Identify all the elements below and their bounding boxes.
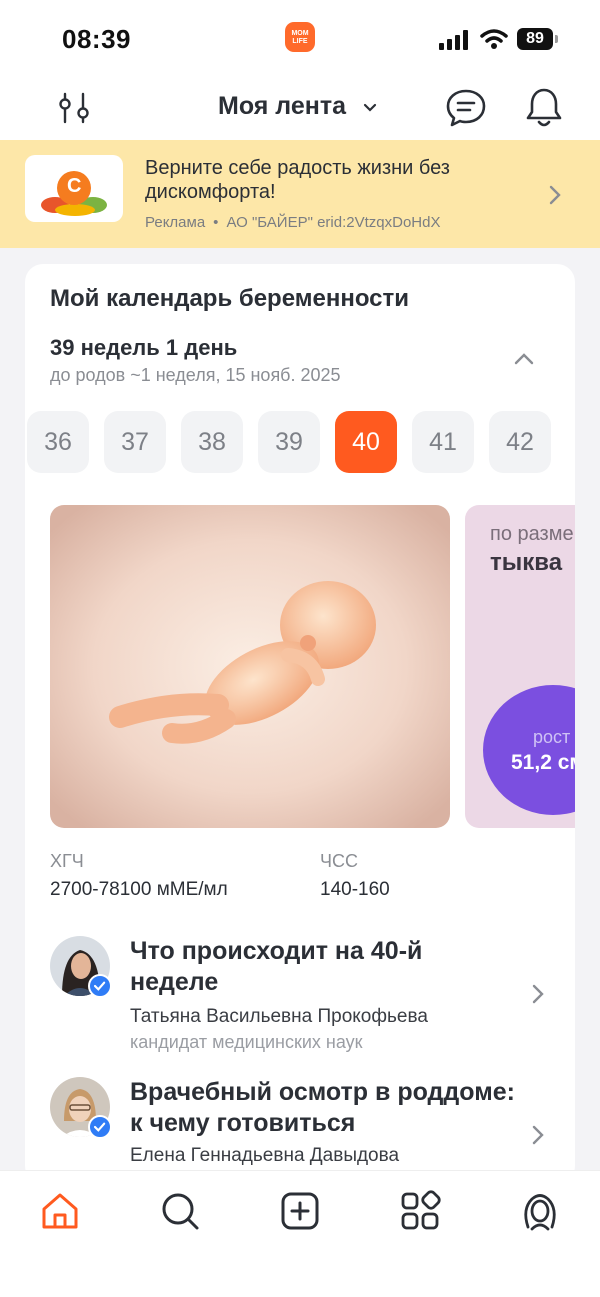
wifi-icon [480, 29, 508, 49]
ad-thumbnail: C [25, 155, 123, 222]
article-author: Елена Геннадьевна Давыдова [130, 1145, 400, 1166]
pregnancy-calendar-card: Мой календарь беременности 39 недель 1 д… [25, 264, 575, 1184]
fetus-image [50, 505, 450, 828]
card-title: Мой календарь беременности [50, 285, 410, 312]
chat-icon[interactable] [444, 86, 488, 130]
hcg-value: 2700-78100 мМЕ/мл [50, 879, 228, 900]
ad-meta: Реклама • АО "БАЙЕР" erid:2VtzqxDoHdX [145, 214, 440, 231]
height-label: рост [533, 727, 571, 747]
chevron-right-icon[interactable] [530, 1123, 546, 1147]
services-icon[interactable] [398, 1189, 442, 1233]
battery-level: 89 [517, 28, 553, 50]
verified-badge-icon [88, 974, 112, 998]
feed-selector[interactable]: Моя лента [218, 92, 346, 121]
week-41[interactable]: 41 [412, 411, 474, 473]
app-logo: MOM LIFE [285, 22, 315, 52]
profile-icon[interactable] [518, 1189, 562, 1233]
ad-advertiser: АО "БАЙЕР" erid:2VtzqxDoHdX [226, 214, 441, 231]
filter-icon[interactable] [54, 88, 94, 128]
chevron-up-icon[interactable] [511, 346, 537, 372]
home-icon[interactable] [38, 1189, 82, 1233]
cellular-signal-icon [439, 30, 468, 50]
week-39[interactable]: 39 [258, 411, 320, 473]
status-time: 08:39 [62, 24, 131, 54]
heart-rate-label: ЧСС [320, 851, 358, 871]
ad-banner[interactable]: C Верните себе радость жизни без дискомф… [0, 140, 600, 248]
article-item[interactable]: Что происходит на 40-й неделе Татьяна Ва… [50, 936, 570, 1056]
size-comparison-card[interactable]: по разме тыква рост 51,2 см [465, 505, 575, 828]
size-circle [483, 685, 575, 815]
status-bar: 08:39 MOM LIFE 89 [0, 0, 600, 78]
verified-badge-icon [88, 1115, 112, 1139]
battery-tip [555, 35, 558, 43]
chevron-right-icon[interactable] [530, 982, 546, 1006]
ad-label: Реклама [145, 214, 206, 231]
fetus-illustration[interactable] [50, 505, 450, 828]
height-value: 51,2 см [511, 751, 575, 774]
search-icon[interactable] [158, 1189, 202, 1233]
article-item[interactable]: Врачебный осмотр в роддоме: к чему готов… [50, 1077, 570, 1184]
pregnancy-term: 39 недель 1 день [50, 335, 238, 360]
week-37[interactable]: 37 [104, 411, 166, 473]
week-42[interactable]: 42 [489, 411, 551, 473]
add-icon[interactable] [278, 1189, 322, 1233]
chevron-down-icon[interactable] [362, 100, 378, 116]
ad-thumb-letter: C [67, 175, 82, 197]
week-36[interactable]: 36 [27, 411, 89, 473]
app-header: Моя лента [0, 78, 600, 140]
article-title: Врачебный осмотр в роддоме: к чему готов… [130, 1078, 515, 1137]
article-author: Татьяна Васильевна Прокофьева [130, 1006, 428, 1027]
bell-icon[interactable] [522, 84, 566, 130]
chevron-right-icon[interactable] [548, 183, 562, 207]
size-label: по разме [490, 523, 574, 545]
week-38[interactable]: 38 [181, 411, 243, 473]
bottom-navigation [0, 1170, 600, 1297]
due-date: до родов ~1 неделя, 15 нояб. 2025 [50, 365, 341, 385]
size-fruit: тыква [490, 549, 563, 576]
hcg-label: ХГЧ [50, 851, 84, 871]
week-40-selected[interactable]: 40 [335, 411, 397, 473]
article-title: Что происходит на 40-й неделе [130, 937, 423, 996]
heart-rate-value: 140-160 [320, 879, 390, 900]
ad-text: Верните себе радость жизни без дискомфор… [145, 157, 450, 203]
separator-dot: • [213, 214, 219, 231]
article-author-role: кандидат медицинских наук [130, 1032, 363, 1052]
